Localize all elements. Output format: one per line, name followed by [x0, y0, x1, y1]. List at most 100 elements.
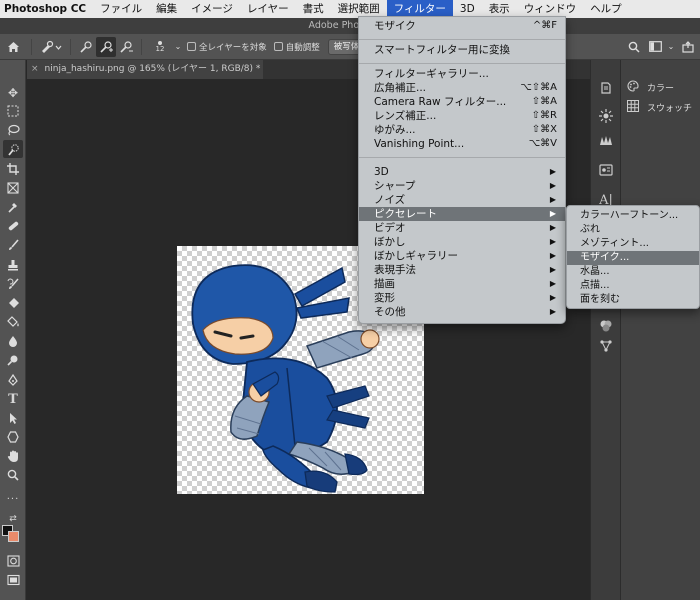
color-panel-group: カラー スウォッチ: [620, 60, 700, 600]
brush-size-picker[interactable]: 12: [147, 37, 173, 57]
share-icon[interactable]: [676, 37, 700, 57]
submenu-item-color-halftone[interactable]: カラーハーフトーン...: [567, 209, 699, 223]
menu-item-filter-gallery[interactable]: フィルターギャラリー...: [359, 67, 565, 81]
move-tool-icon[interactable]: ✥: [3, 84, 23, 102]
document-tab[interactable]: × ninja_hashiru.png @ 165% (レイヤー 1, RGB/8…: [27, 60, 264, 79]
quick-mask-icon[interactable]: [3, 552, 23, 570]
brush-size-value: 12: [155, 44, 165, 53]
swatches-panel-label: スウォッチ: [647, 103, 693, 114]
submenu-item-mosaic[interactable]: モザイク...: [567, 251, 699, 265]
menu-layer[interactable]: レイヤー: [240, 0, 296, 18]
swatches-panel-tab[interactable]: スウォッチ: [627, 98, 692, 116]
marquee-tool-icon[interactable]: [3, 102, 23, 120]
submenu-item-pointillize[interactable]: 点描...: [567, 279, 699, 293]
menu-item-convert-smart-filter[interactable]: スマートフィルター用に変換: [359, 43, 565, 57]
brush-settings-icon[interactable]: [596, 106, 616, 126]
chevron-down-icon[interactable]: ⌄: [173, 37, 183, 57]
glyphs-panel-icon[interactable]: [596, 160, 616, 180]
menu-item-vanishing-point[interactable]: Vanishing Point... ⌥⌘V: [359, 137, 565, 151]
menu-item-3d[interactable]: 3D ▶: [359, 165, 565, 179]
document-title: ninja_hashiru.png @ 165% (レイヤー 1, RGB/8)…: [44, 64, 261, 74]
shape-tool-icon[interactable]: [3, 428, 23, 446]
submenu-item-fragment[interactable]: ぶれ: [567, 223, 699, 237]
menu-item-distort[interactable]: 変形 ▶: [359, 291, 565, 305]
submenu-item-crystallize[interactable]: 水晶...: [567, 265, 699, 279]
window-title-bar: Adobe Photoshop: [0, 18, 700, 34]
menu-item-sharpen[interactable]: シャープ ▶: [359, 179, 565, 193]
pen-tool-icon[interactable]: [3, 371, 23, 389]
app-menu[interactable]: Photoshop CC: [0, 0, 93, 18]
new-selection-icon[interactable]: [76, 37, 96, 57]
workspace-icon[interactable]: [644, 37, 666, 57]
background-color-swatch[interactable]: [8, 531, 19, 542]
tool-preset-picker[interactable]: [37, 37, 65, 57]
auto-enhance-checkbox[interactable]: 自動調整: [273, 37, 320, 57]
screen-mode-icon[interactable]: [3, 571, 23, 589]
panel-icon-strip: A|: [590, 60, 620, 600]
checkbox-box: [273, 42, 283, 51]
home-icon[interactable]: [0, 37, 26, 57]
history-brush-tool-icon[interactable]: [3, 275, 23, 293]
menu-item-pixelate[interactable]: ピクセレート ▶: [359, 207, 565, 221]
healing-brush-tool-icon[interactable]: [3, 217, 23, 235]
submenu-item-facet[interactable]: 面を刻む: [567, 293, 699, 307]
submenu-arrow-icon: ▶: [549, 265, 556, 274]
quick-selection-tool-icon[interactable]: [3, 140, 23, 158]
menu-item-blur-gallery[interactable]: ぼかしギャラリー ▶: [359, 249, 565, 263]
filter-menu-dropdown: モザイク ^⌘F スマートフィルター用に変換 フィルターギャラリー... 広角補…: [358, 16, 566, 324]
menu-item-blur[interactable]: ぼかし ▶: [359, 235, 565, 249]
path-selection-tool-icon[interactable]: [3, 409, 23, 427]
clone-stamp-tool-icon[interactable]: [3, 256, 23, 274]
submenu-arrow-icon: ▶: [549, 251, 556, 260]
paint-bucket-tool-icon[interactable]: [3, 313, 23, 331]
zoom-tool-icon[interactable]: [3, 466, 23, 484]
paths-panel-icon[interactable]: [596, 336, 616, 356]
hand-tool-icon[interactable]: [3, 447, 23, 465]
dodge-tool-icon[interactable]: [3, 351, 23, 369]
menu-item-render[interactable]: 描画 ▶: [359, 277, 565, 291]
menu-item-mosaic-repeat[interactable]: モザイク ^⌘F: [359, 19, 565, 33]
color-panel-label: カラー: [647, 83, 675, 94]
separator: [70, 38, 71, 55]
menu-item-other[interactable]: その他 ▶: [359, 305, 565, 319]
brushes-panel-icon[interactable]: [596, 130, 616, 150]
menu-help[interactable]: ヘルプ: [583, 0, 629, 18]
menu-item-adaptive-wide-angle[interactable]: 広角補正... ⌥⇧⌘A: [359, 81, 565, 95]
submenu-arrow-icon: ▶: [549, 279, 556, 288]
history-panel-icon[interactable]: [596, 78, 616, 98]
menu-edit[interactable]: 編集: [149, 0, 184, 18]
color-panel-tab[interactable]: カラー: [627, 78, 674, 96]
menu-item-liquify[interactable]: ゆがみ... ⇧⌘X: [359, 123, 565, 137]
chevron-down-icon[interactable]: ⌄: [666, 37, 676, 57]
menu-image[interactable]: イメージ: [184, 0, 240, 18]
close-tab-icon[interactable]: ×: [27, 64, 45, 74]
blur-tool-icon[interactable]: [3, 332, 23, 350]
pixelate-submenu: カラーハーフトーン... ぶれ メゾティント... モザイク... 水晶... …: [566, 205, 700, 309]
menu-item-video[interactable]: ビデオ ▶: [359, 221, 565, 235]
menu-separator: [359, 157, 565, 158]
crop-tool-icon[interactable]: [3, 160, 23, 178]
menu-type[interactable]: 書式: [296, 0, 331, 18]
layer-comps-icon[interactable]: [596, 316, 616, 336]
brush-tool-icon[interactable]: [3, 236, 23, 254]
eyedropper-tool-icon[interactable]: [3, 198, 23, 216]
subtract-from-selection-icon[interactable]: [116, 37, 136, 57]
menu-item-lens-correction[interactable]: レンズ補正... ⇧⌘R: [359, 109, 565, 123]
sample-all-layers-checkbox[interactable]: 全レイヤーを対象: [187, 37, 267, 57]
menu-item-noise[interactable]: ノイズ ▶: [359, 193, 565, 207]
add-to-selection-icon[interactable]: [96, 36, 116, 57]
search-icon[interactable]: [624, 37, 644, 57]
menu-item-stylize[interactable]: 表現手法 ▶: [359, 263, 565, 277]
eraser-tool-icon[interactable]: [3, 294, 23, 312]
submenu-item-mezzotint[interactable]: メゾティント...: [567, 237, 699, 251]
separator: [31, 38, 32, 55]
menu-item-camera-raw[interactable]: Camera Raw フィルター... ⇧⌘A: [359, 95, 565, 109]
submenu-arrow-icon: ▶: [549, 181, 556, 190]
menu-bar: Photoshop CC ファイル 編集 イメージ レイヤー 書式 選択範囲 フ…: [0, 0, 700, 18]
submenu-arrow-icon: ▶: [549, 195, 556, 204]
lasso-tool-icon[interactable]: [3, 121, 23, 139]
type-tool-icon[interactable]: T: [3, 390, 23, 408]
frame-tool-icon[interactable]: [3, 179, 23, 197]
more-tools-icon[interactable]: ···: [3, 490, 23, 508]
menu-file[interactable]: ファイル: [93, 0, 149, 18]
